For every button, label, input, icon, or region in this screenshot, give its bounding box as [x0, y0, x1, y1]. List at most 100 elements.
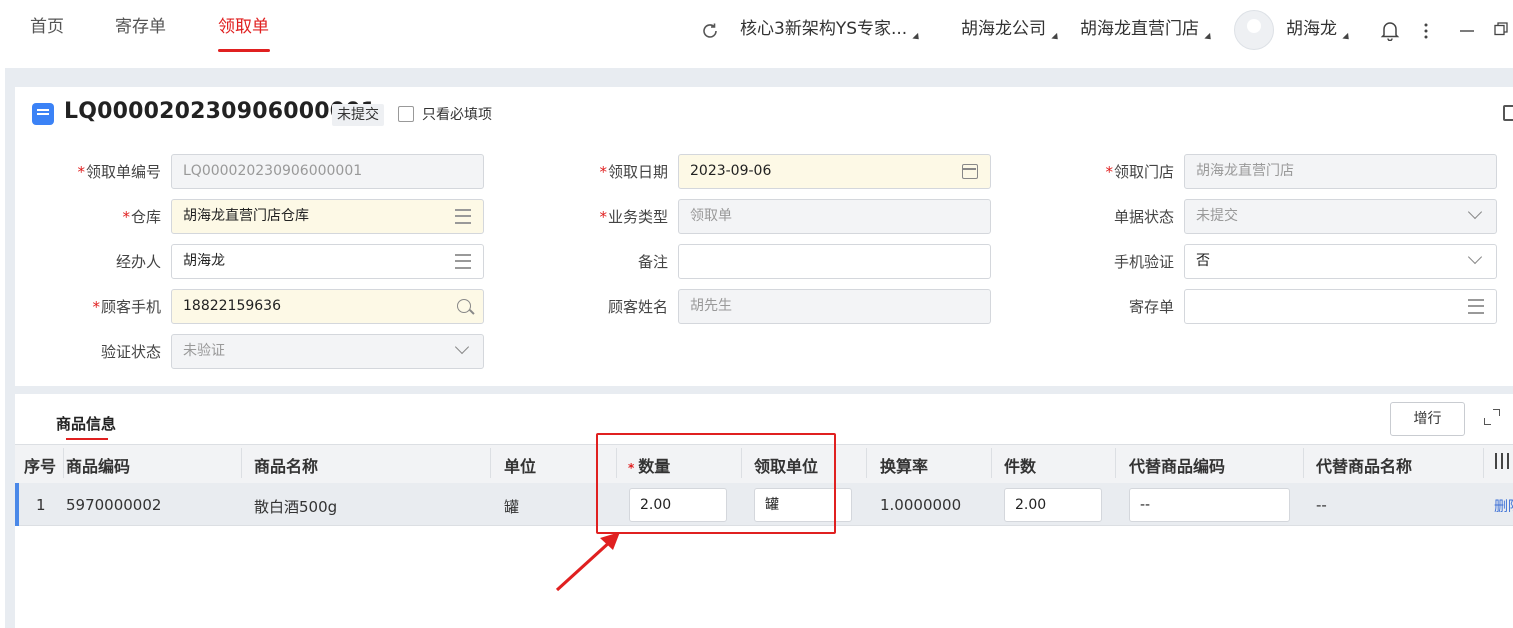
- caret-down-icon: [912, 32, 922, 43]
- minimize-icon[interactable]: [1460, 29, 1474, 33]
- column-divider: [991, 448, 992, 478]
- doc-status-select: 未提交: [1184, 199, 1497, 234]
- warehouse-field[interactable]: 胡海龙直营门店仓库: [171, 199, 484, 234]
- bell-icon[interactable]: [1379, 19, 1401, 41]
- caret-down-icon: [1051, 32, 1061, 43]
- doc-status-label: 单据状态: [1113, 208, 1174, 226]
- caret-down-icon: [1204, 32, 1214, 43]
- pickup-store-label: *领取门店: [1105, 163, 1174, 181]
- remark-label: 备注: [637, 253, 668, 271]
- company-selector[interactable]: 胡海龙公司: [961, 14, 1061, 43]
- col-index: 序号: [24, 457, 57, 476]
- warehouse-value: 胡海龙直营门店仓库: [183, 208, 309, 224]
- user-menu[interactable]: 胡海龙: [1286, 14, 1352, 43]
- pickup-no-field: LQ000020230906000001: [171, 154, 484, 189]
- biz-type-field: 领取单: [678, 199, 991, 234]
- row-code: 5970000002: [66, 496, 162, 514]
- phone-verify-value: 否: [1196, 253, 1210, 269]
- row-alt-name: --: [1316, 496, 1327, 514]
- user-name: 胡海龙: [1286, 19, 1337, 39]
- expand-icon[interactable]: [1484, 409, 1500, 425]
- column-divider: [63, 448, 64, 478]
- chevron-down-icon[interactable]: [1467, 249, 1483, 265]
- col-rate: 换算率: [880, 457, 929, 476]
- caret-down-icon: [1342, 32, 1352, 43]
- column-divider: [1303, 448, 1304, 478]
- tab-product-info[interactable]: 商品信息: [56, 413, 116, 434]
- tab-pickup[interactable]: 领取单: [218, 12, 269, 37]
- top-bar: 首页 寄存单 领取单 核心3新架构YS专家... 胡海龙公司 胡海龙直营门店 胡…: [0, 0, 1513, 68]
- phone-verify-select[interactable]: 否: [1184, 244, 1497, 279]
- list-icon[interactable]: [1468, 299, 1484, 314]
- active-tab-indicator: [218, 49, 270, 52]
- col-name: 商品名称: [254, 457, 319, 476]
- handler-value: 胡海龙: [183, 253, 225, 269]
- col-pieces: 件数: [1004, 457, 1037, 476]
- col-unit: 单位: [504, 457, 537, 476]
- tab-deposit[interactable]: 寄存单: [115, 12, 166, 37]
- pickup-date-value: 2023-09-06: [690, 163, 772, 179]
- calendar-icon[interactable]: [962, 164, 978, 179]
- pieces-input[interactable]: 2.00: [1004, 488, 1102, 522]
- customer-name-label: 顾客姓名: [607, 298, 668, 316]
- warehouse-label: *仓库: [122, 208, 161, 226]
- phone-verify-label: 手机验证: [1113, 253, 1174, 271]
- list-icon[interactable]: [455, 254, 471, 269]
- row-name: 散白酒500g: [254, 498, 338, 516]
- add-row-button[interactable]: 增行: [1390, 402, 1465, 436]
- handler-label: 经办人: [115, 253, 161, 271]
- only-required-label: 只看必填项: [422, 107, 492, 123]
- customer-phone-label: *顾客手机: [92, 298, 161, 316]
- chevron-down-icon: [1467, 204, 1483, 220]
- company-label: 胡海龙公司: [961, 19, 1046, 39]
- page-title: LQ000020230906000001: [64, 99, 377, 124]
- pickup-date-label: *领取日期: [599, 163, 668, 181]
- remark-field[interactable]: [678, 244, 991, 279]
- row-index: 1: [36, 496, 46, 514]
- store-label: 胡海龙直营门店: [1080, 19, 1199, 39]
- only-required-checkbox[interactable]: [398, 106, 414, 122]
- verify-status-label: 验证状态: [100, 343, 161, 361]
- customer-phone-value: 18822159636: [183, 298, 281, 314]
- handler-field[interactable]: 胡海龙: [171, 244, 484, 279]
- verify-status-value: 未验证: [183, 343, 225, 359]
- pickup-store-field: 胡海龙直营门店: [1184, 154, 1497, 189]
- status-badge: 未提交: [332, 104, 384, 126]
- org-label: 核心3新架构YS专家...: [740, 19, 908, 39]
- store-selector[interactable]: 胡海龙直营门店: [1080, 14, 1214, 43]
- tab-home[interactable]: 首页: [30, 12, 64, 37]
- highlight-box: [596, 433, 836, 534]
- column-divider: [866, 448, 867, 478]
- col-alt-name: 代替商品名称: [1316, 457, 1413, 476]
- calculator-icon[interactable]: [1503, 105, 1513, 121]
- deposit-doc-label: 寄存单: [1128, 298, 1174, 316]
- customer-phone-field[interactable]: 18822159636: [171, 289, 484, 324]
- gutter: [5, 68, 15, 628]
- org-selector[interactable]: 核心3新架构YS专家...: [740, 14, 922, 43]
- row-unit: 罐: [504, 498, 520, 516]
- alt-code-input[interactable]: --: [1129, 488, 1290, 522]
- deposit-doc-field[interactable]: [1184, 289, 1497, 324]
- delete-row-link[interactable]: 删除: [1494, 496, 1513, 516]
- search-icon[interactable]: [457, 299, 471, 313]
- gutter: [5, 68, 1513, 87]
- more-vertical-icon[interactable]: [1422, 22, 1430, 40]
- column-divider: [1115, 448, 1116, 478]
- col-code: 商品编码: [66, 457, 131, 476]
- biz-type-label: *业务类型: [599, 208, 668, 226]
- avatar[interactable]: [1234, 10, 1274, 50]
- annotation-arrow-icon: [555, 532, 620, 592]
- row-rate: 1.0000000: [880, 496, 962, 514]
- customer-name-field: 胡先生: [678, 289, 991, 324]
- column-settings-icon[interactable]: [1493, 453, 1511, 471]
- pickup-date-field[interactable]: 2023-09-06: [678, 154, 991, 189]
- list-icon[interactable]: [455, 209, 471, 224]
- refresh-icon[interactable]: [700, 21, 720, 41]
- active-tab-indicator: [66, 438, 108, 440]
- doc-status-value: 未提交: [1196, 208, 1238, 224]
- column-divider: [490, 448, 491, 478]
- verify-status-select: 未验证: [171, 334, 484, 369]
- restore-icon[interactable]: [1494, 22, 1508, 36]
- column-divider: [241, 448, 242, 478]
- chevron-down-icon: [454, 339, 470, 355]
